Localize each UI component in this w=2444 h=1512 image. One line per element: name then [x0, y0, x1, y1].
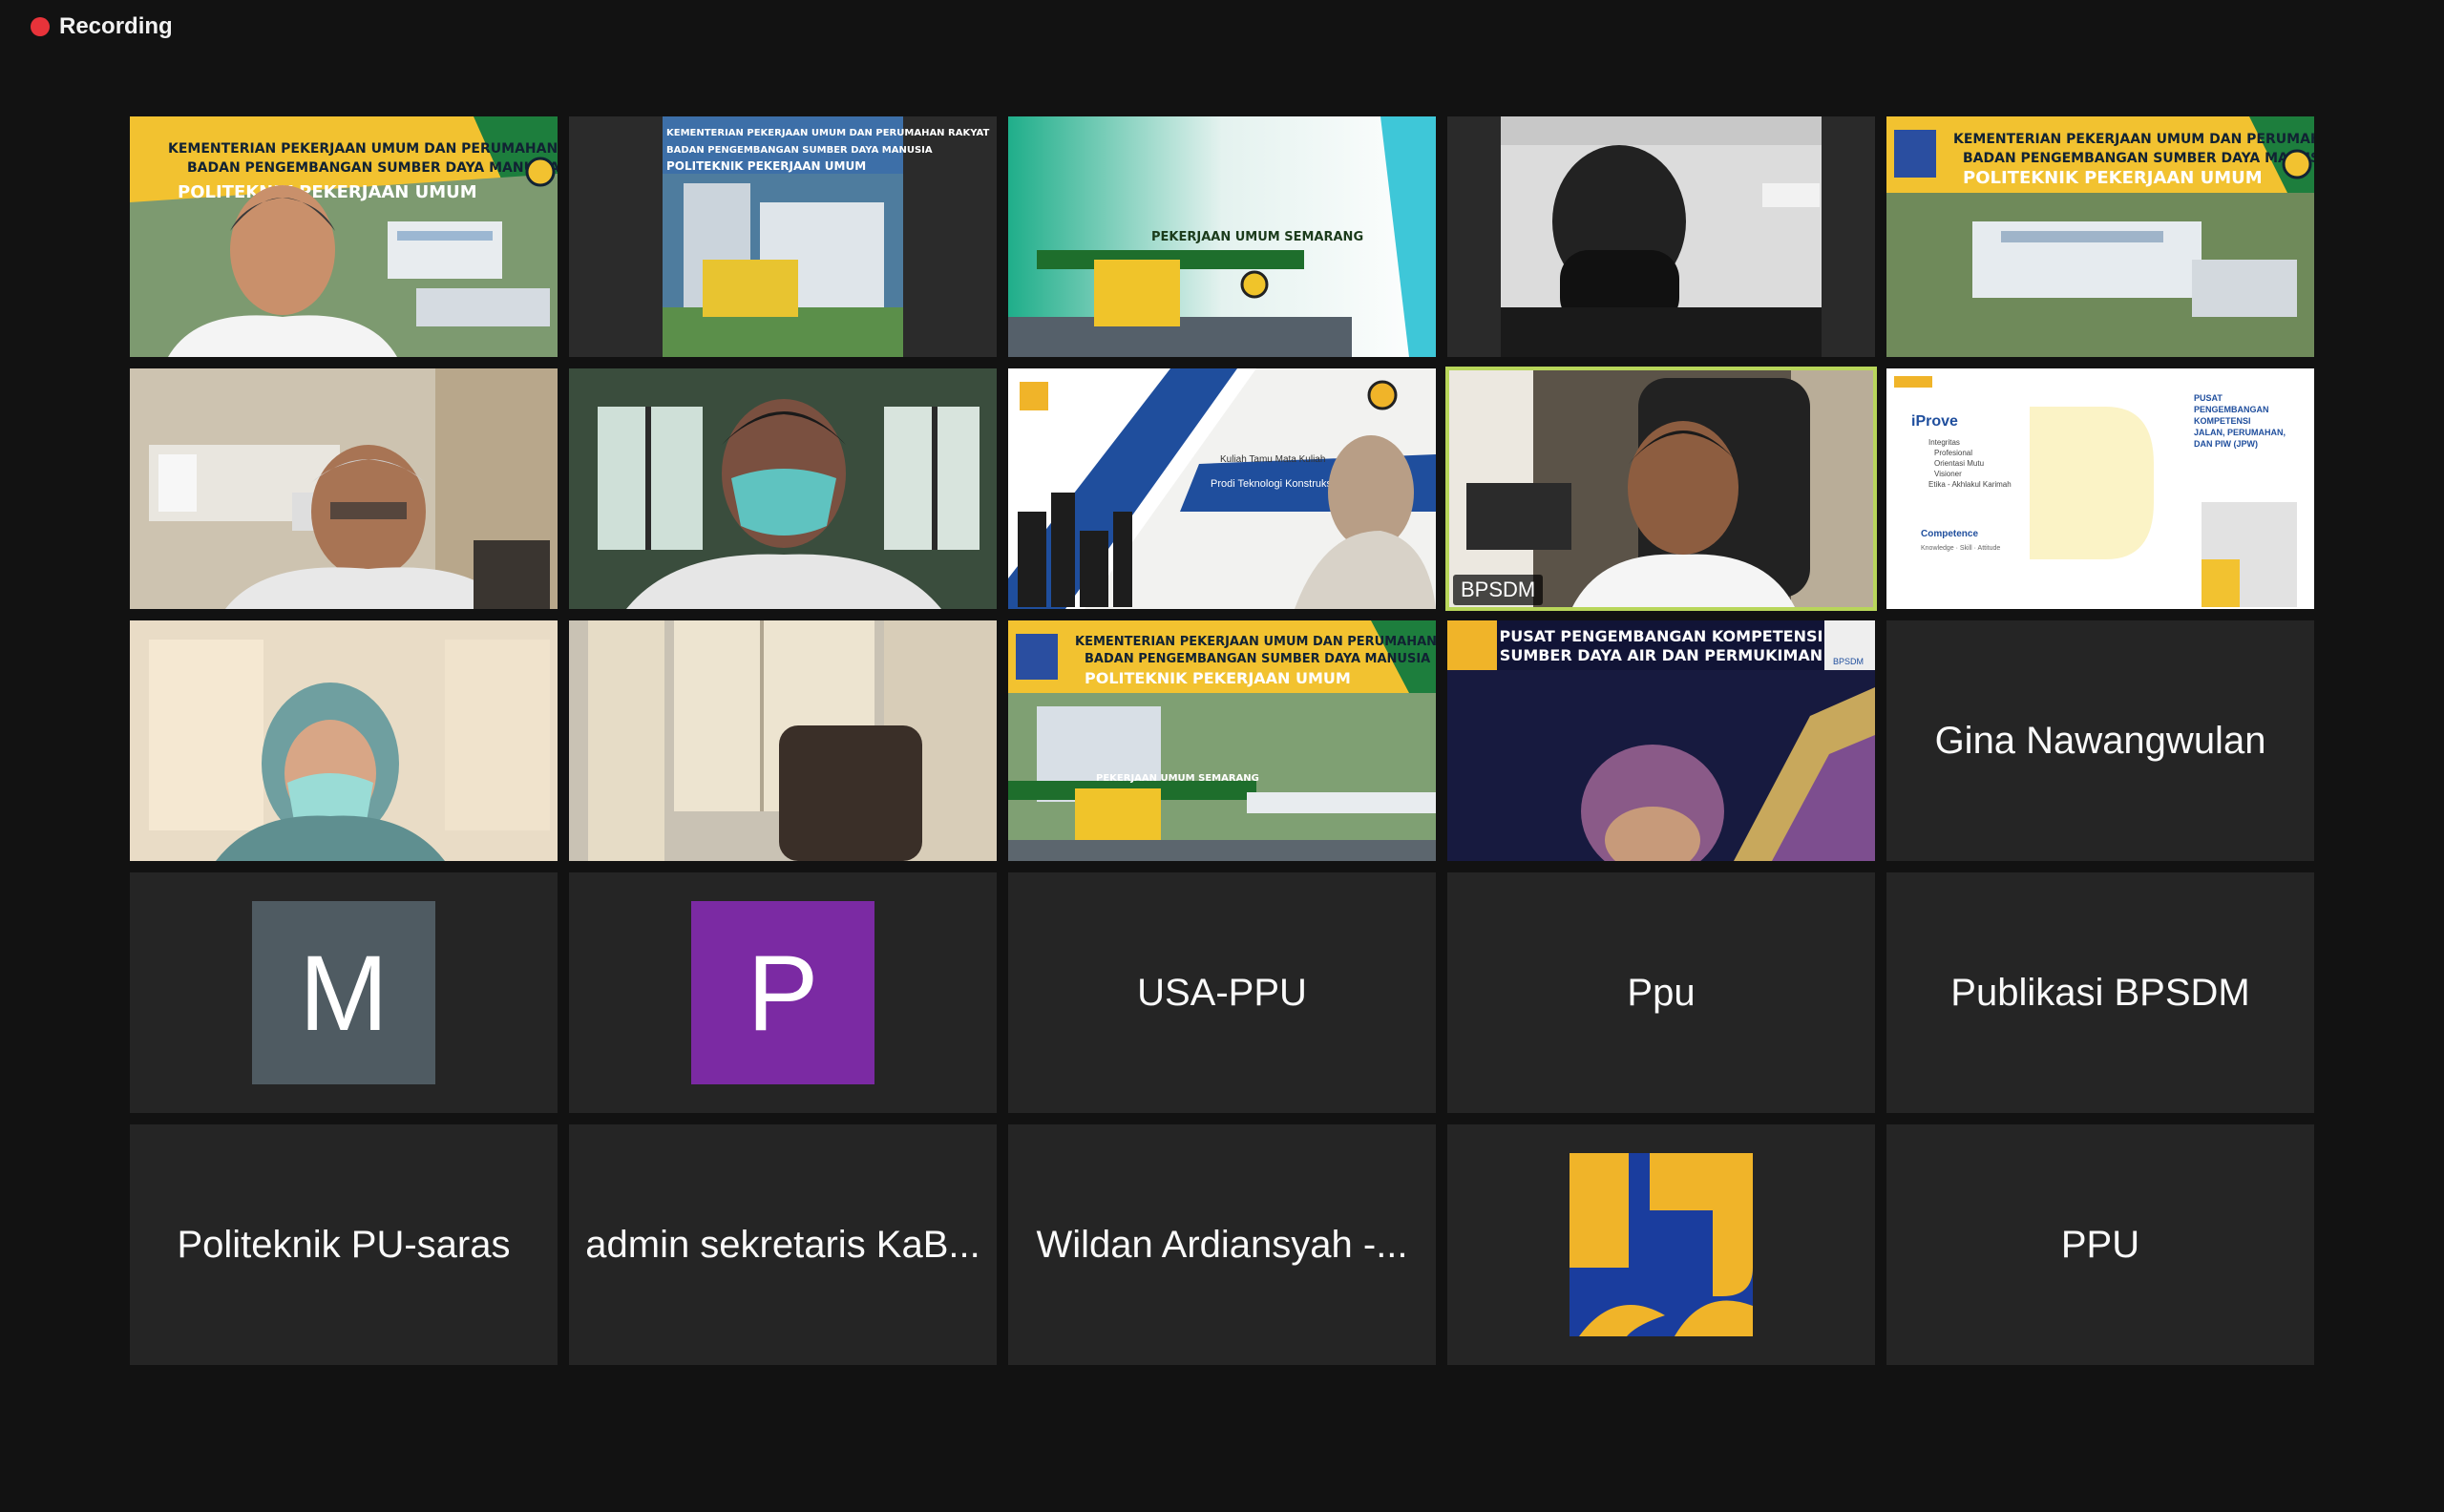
- slide-text: Profesional: [1934, 449, 1972, 457]
- slide-text: BPSDM: [1833, 657, 1864, 666]
- video-tile-14[interactable]: PUSAT PENGEMBANGAN KOMPETENSI SUMBER DAY…: [1447, 620, 1875, 861]
- slide-text: SUMBER DAYA AIR DAN PERMUKIMAN: [1500, 646, 1822, 664]
- participant-tile-25[interactable]: PPU: [1886, 1124, 2314, 1365]
- participant-name: Wildan Ardiansyah -...: [1036, 1223, 1408, 1266]
- participant-name: admin sekretaris KaB...: [585, 1223, 980, 1266]
- slide-text: PUSAT PENGEMBANGAN KOMPETENSI: [1500, 627, 1823, 645]
- participant-tile-18[interactable]: USA-PPU: [1008, 872, 1436, 1113]
- participant-tile-20[interactable]: Publikasi BPSDM: [1886, 872, 2314, 1113]
- participant-tile-22[interactable]: admin sekretaris KaB...: [569, 1124, 997, 1365]
- slide-text: KEMENTERIAN PEKERJAAN UMUM DAN PERUMAHAN…: [666, 128, 989, 138]
- slide-text: BADAN PENGEMBANGAN SUMBER DAYA MANUSIA: [187, 160, 558, 176]
- slide-text: BADAN PENGEMBANGAN SUMBER DAYA MANUSIA: [1085, 652, 1430, 666]
- participant-tile-21[interactable]: Politeknik PU-saras: [130, 1124, 558, 1365]
- video-feed-9: [1447, 368, 1875, 609]
- recording-indicator[interactable]: Recording: [31, 13, 173, 40]
- video-tile-13[interactable]: KEMENTERIAN PEKERJAAN UMUM DAN PERUMAHAN…: [1008, 620, 1436, 861]
- participant-tile-23[interactable]: Wildan Ardiansyah -...: [1008, 1124, 1436, 1365]
- avatar: P: [691, 901, 874, 1084]
- participant-tile-15[interactable]: Gina Nawangwulan: [1886, 620, 2314, 861]
- slide-text: Competence: [1921, 529, 1978, 539]
- slide-text: JALAN, PERUMAHAN,: [2194, 428, 2286, 437]
- slide-text: Prodi Teknologi Konstruksi: [1211, 478, 1334, 490]
- participant-name: Politeknik PU-saras: [177, 1223, 511, 1266]
- slide-text: iProve: [1911, 413, 1958, 430]
- slide-text: POLITEKNIK PEKERJAAN UMUM: [666, 159, 866, 173]
- video-feed-5: KEMENTERIAN PEKERJAAN UMUM DAN PERUMAHAN…: [1886, 116, 2314, 357]
- video-feed-6: [130, 368, 558, 609]
- video-feed-4: [1447, 116, 1875, 357]
- participant-tile-16[interactable]: M: [130, 872, 558, 1113]
- video-tile-6[interactable]: [130, 368, 558, 609]
- video-feed-1: KEMENTERIAN PEKERJAAN UMUM DAN PERUMAHAN…: [130, 116, 558, 357]
- participant-name-tag: BPSDM: [1453, 575, 1544, 605]
- video-feed-11: [130, 620, 558, 861]
- video-feed-12: [569, 620, 997, 861]
- video-feed-8: Kuliah Tamu Mata Kuliah Prodi Teknologi …: [1008, 368, 1436, 609]
- video-tile-3[interactable]: PEKERJAAN UMUM SEMARANG: [1008, 116, 1436, 357]
- video-feed-7: [569, 368, 997, 609]
- slide-text: Kuliah Tamu Mata Kuliah: [1220, 454, 1325, 465]
- participant-tile-24[interactable]: [1447, 1124, 1875, 1365]
- participant-tile-17[interactable]: P: [569, 872, 997, 1113]
- slide-text: DAN PIW (JPW): [2194, 439, 2258, 449]
- slide-text: Visioner: [1934, 470, 1962, 478]
- video-tile-7[interactable]: [569, 368, 997, 609]
- slide-text: PEKERJAAN UMUM SEMARANG: [1096, 773, 1259, 784]
- slide-text: BADAN PENGEMBANGAN SUMBER DAYA MANUSIA: [666, 145, 933, 156]
- participant-name: PPU: [2060, 1223, 2140, 1266]
- video-tile-12[interactable]: [569, 620, 997, 861]
- video-feed-2: KEMENTERIAN PEKERJAAN UMUM DAN PERUMAHAN…: [569, 116, 997, 357]
- video-feed-13: KEMENTERIAN PEKERJAAN UMUM DAN PERUMAHAN…: [1008, 620, 1436, 861]
- slide-text: PEKERJAAN UMUM SEMARANG: [1151, 230, 1363, 244]
- slide-text: POLITEKNIK PEKERJAAN UMUM: [1085, 669, 1351, 687]
- participant-name: Ppu: [1627, 971, 1696, 1014]
- recording-label: Recording: [59, 13, 173, 39]
- slide-text: KOMPETENSI: [2194, 416, 2251, 426]
- video-tile-5[interactable]: KEMENTERIAN PEKERJAAN UMUM DAN PERUMAHAN…: [1886, 116, 2314, 357]
- participant-name: Publikasi BPSDM: [1950, 971, 2250, 1014]
- slide-text: Orientasi Mutu: [1934, 459, 1984, 468]
- recording-dot-icon: [31, 17, 50, 36]
- participant-name: USA-PPU: [1137, 971, 1307, 1014]
- slide-text: KEMENTERIAN PEKERJAAN UMUM DAN PERUMAHAN…: [1075, 635, 1436, 649]
- slide-text: Etika - Akhlakul Karimah: [1928, 480, 2012, 489]
- slide-text: PUSAT: [2194, 393, 2223, 403]
- video-tile-11[interactable]: [130, 620, 558, 861]
- video-tile-10[interactable]: iProve Integritas Profesional Orientasi …: [1886, 368, 2314, 609]
- slide-text: KEMENTERIAN PEKERJAAN UMUM DAN PERUMAHAN…: [1953, 132, 2314, 147]
- participant-tile-19[interactable]: Ppu: [1447, 872, 1875, 1113]
- video-tile-9-active-speaker[interactable]: BPSDM: [1445, 367, 1877, 611]
- video-tile-1[interactable]: KEMENTERIAN PEKERJAAN UMUM DAN PERUMAHAN…: [130, 116, 558, 357]
- pu-logo-icon: [1570, 1153, 1753, 1336]
- slide-text: Integritas: [1928, 438, 1960, 447]
- slide-text: KEMENTERIAN PEKERJAAN UMUM DAN PERUMAHAN…: [168, 141, 558, 157]
- video-tile-8[interactable]: Kuliah Tamu Mata Kuliah Prodi Teknologi …: [1008, 368, 1436, 609]
- video-tile-2[interactable]: KEMENTERIAN PEKERJAAN UMUM DAN PERUMAHAN…: [569, 116, 997, 357]
- avatar: M: [252, 901, 435, 1084]
- video-feed-14: PUSAT PENGEMBANGAN KOMPETENSI SUMBER DAY…: [1447, 620, 1875, 861]
- slide-text: POLITEKNIK PEKERJAAN UMUM: [1963, 168, 2263, 188]
- slide-text: PENGEMBANGAN: [2194, 405, 2269, 414]
- video-feed-3: PEKERJAAN UMUM SEMARANG: [1008, 116, 1436, 357]
- video-feed-10: iProve Integritas Profesional Orientasi …: [1886, 368, 2314, 609]
- slide-text: Knowledge · Skill · Attitude: [1921, 545, 2000, 552]
- video-tile-4[interactable]: [1447, 116, 1875, 357]
- slide-text: POLITEKNIK PEKERJAAN UMUM: [178, 182, 477, 202]
- participant-name: Gina Nawangwulan: [1934, 719, 2266, 762]
- slide-text: BADAN PENGEMBANGAN SUMBER DAYA MANUSIA: [1963, 151, 2314, 166]
